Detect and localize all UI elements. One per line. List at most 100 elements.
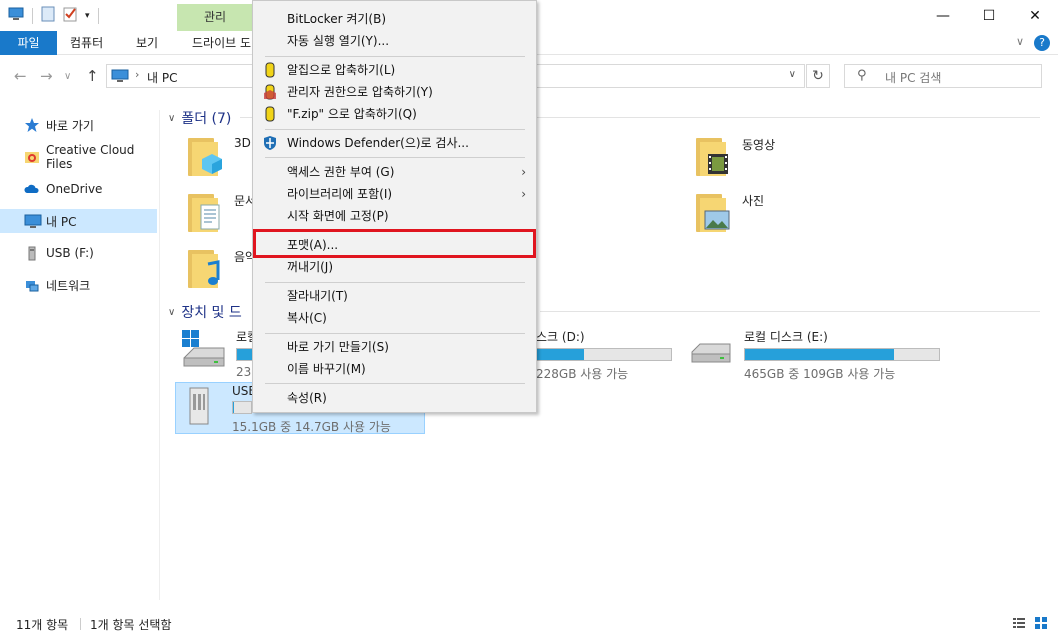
alzip-icon: [262, 62, 278, 78]
navigation-pane: 바로 가기 Creative Cloud Files OneDrive 내 PC…: [0, 110, 160, 600]
pc-icon: [111, 69, 129, 86]
menu-item-label: Windows Defender(으)로 검사...: [287, 136, 469, 150]
search-placeholder: 내 PC 검색: [885, 71, 942, 85]
chevron-down-icon[interactable]: ∨: [168, 307, 175, 318]
refresh-button[interactable]: ↻: [806, 64, 830, 88]
sidebar-item-this-pc[interactable]: 내 PC: [0, 209, 157, 233]
drive-usage-bar: [232, 401, 252, 414]
sidebar-item-label: USB (F:): [46, 246, 94, 260]
menu-item-pin-start[interactable]: 시작 화면에 고정(P): [253, 205, 536, 227]
minimize-button[interactable]: —: [920, 0, 966, 31]
chevron-down-icon[interactable]: ∨: [789, 69, 796, 80]
group-divider: [540, 311, 1040, 312]
back-arrow-icon[interactable]: ←: [14, 67, 27, 85]
network-icon: [24, 277, 40, 293]
menu-item-label: 액세스 권한 부여 (G): [287, 165, 395, 179]
drive-item-d[interactable]: 스크 (D:) 228GB 사용 가능: [536, 328, 672, 382]
menu-item-bitlocker[interactable]: BitLocker 켜기(B): [253, 8, 536, 30]
sidebar-item-onedrive[interactable]: OneDrive: [0, 177, 157, 201]
tab-manage[interactable]: 관리: [177, 4, 253, 31]
tab-computer[interactable]: 컴퓨터: [70, 31, 103, 55]
drive-usage-bar: [744, 348, 940, 361]
item-count: 11개 항목: [16, 618, 69, 632]
sidebar-item-creative-cloud[interactable]: Creative Cloud Files: [0, 143, 157, 171]
folder-item[interactable]: 음악: [186, 248, 256, 290]
tab-view[interactable]: 보기: [136, 31, 158, 55]
tab-file[interactable]: 파일: [0, 31, 57, 55]
sidebar-item-label: Creative Cloud Files: [46, 143, 135, 171]
toolbar-divider: [97, 7, 99, 24]
help-icon[interactable]: ?: [1034, 35, 1050, 51]
menu-separator: [265, 282, 525, 283]
quick-access-toolbar: ▾: [8, 6, 99, 25]
drive-name: 로컬 디스크 (E:): [744, 330, 828, 344]
customize-toolbar-icon[interactable]: ▾: [85, 11, 90, 21]
menu-separator: [265, 129, 525, 130]
devices-group-header[interactable]: ∨ 장치 및 드: [168, 302, 242, 322]
folder-label: 동영상: [742, 138, 776, 152]
sidebar-item-usb[interactable]: USB (F:): [0, 241, 157, 265]
up-arrow-icon[interactable]: ↑: [86, 67, 99, 85]
cloud-icon: [24, 181, 40, 197]
large-icons-view-icon[interactable]: [1034, 616, 1048, 630]
menu-item-include-library[interactable]: 라이브러리에 포함(I) ›: [253, 183, 536, 205]
menu-item-properties[interactable]: 속성(R): [253, 387, 536, 409]
drive-item-e[interactable]: 로컬 디스크 (E:) 465GB 중 109GB 사용 가능: [688, 328, 940, 382]
alzip-icon: [262, 106, 278, 122]
sidebar-item-label: 네트워크: [46, 278, 91, 293]
folder-item[interactable]: 사진: [694, 192, 764, 234]
close-button[interactable]: ✕: [1012, 0, 1058, 31]
sidebar-item-quick-access[interactable]: 바로 가기: [0, 113, 157, 137]
submenu-arrow-icon: ›: [521, 187, 526, 201]
usb-drive-icon: [184, 384, 222, 425]
menu-item-label: 관리자 권한으로 압축하기(Y): [287, 85, 433, 99]
menu-item-defender-scan[interactable]: Windows Defender(으)로 검사...: [253, 132, 536, 154]
folder-item[interactable]: 동영상: [694, 136, 775, 178]
menu-item-alzip-compress[interactable]: 알집으로 압축하기(L): [253, 59, 536, 81]
drive-free-space: 465GB 중 109GB 사용 가능: [744, 367, 896, 381]
search-icon: ⚲: [857, 68, 867, 83]
hard-drive-icon: [688, 328, 734, 368]
creative-cloud-icon: [24, 149, 40, 165]
music-icon: [186, 248, 226, 290]
menu-item-autoplay[interactable]: 자동 실행 열기(Y)...: [253, 30, 536, 52]
details-view-icon[interactable]: [1012, 616, 1026, 630]
menu-item-zip-f[interactable]: "F.zip" 으로 압축하기(Q): [253, 103, 536, 125]
tab-drive-tools[interactable]: 드라이브 도: [192, 31, 251, 55]
folder-item[interactable]: 3D: [186, 136, 251, 178]
maximize-button[interactable]: ☐: [966, 0, 1012, 31]
search-input[interactable]: ⚲ 내 PC 검색: [844, 64, 1042, 88]
menu-item-cut[interactable]: 잘라내기(T): [253, 285, 536, 307]
properties-icon[interactable]: [41, 6, 55, 25]
drive-free-space: 228GB 사용 가능: [536, 367, 629, 381]
menu-item-alzip-admin[interactable]: 관리자 권한으로 압축하기(Y): [253, 81, 536, 103]
breadcrumb-separator-icon[interactable]: ›: [135, 68, 139, 81]
pc-icon[interactable]: [8, 7, 24, 24]
folders-group-header[interactable]: ∨ 폴더 (7): [168, 108, 231, 128]
group-title: 폴더 (7): [181, 111, 232, 127]
expand-ribbon-icon[interactable]: ∨: [1016, 35, 1024, 48]
menu-separator: [265, 56, 525, 57]
menu-separator: [265, 383, 525, 384]
checklist-icon[interactable]: [63, 6, 77, 25]
sidebar-item-label: 바로 가기: [46, 118, 94, 133]
forward-arrow-icon[interactable]: →: [40, 67, 53, 85]
menu-item-eject[interactable]: 꺼내기(J): [253, 256, 536, 278]
menu-item-give-access[interactable]: 액세스 권한 부여 (G) ›: [253, 161, 536, 183]
menu-item-rename[interactable]: 이름 바꾸기(M): [253, 358, 536, 380]
toolbar-divider: [32, 7, 33, 24]
chevron-down-icon[interactable]: ∨: [168, 113, 175, 124]
folder-item[interactable]: 문서: [186, 192, 256, 234]
recent-locations-icon[interactable]: ∨: [64, 71, 71, 82]
usb-drive-icon: [24, 245, 40, 261]
menu-item-label: "F.zip" 으로 압축하기(Q): [287, 107, 417, 121]
breadcrumb[interactable]: 내 PC: [147, 69, 177, 86]
menu-item-copy[interactable]: 복사(C): [253, 307, 536, 329]
star-icon: [24, 117, 40, 133]
menu-item-create-shortcut[interactable]: 바로 가기 만들기(S): [253, 336, 536, 358]
folder-label: 3D: [234, 136, 251, 150]
submenu-arrow-icon: ›: [521, 165, 526, 179]
sidebar-item-network[interactable]: 네트워크: [0, 273, 157, 297]
drive-usage-bar: [536, 348, 672, 361]
window-controls: — ☐ ✕: [920, 0, 1058, 31]
